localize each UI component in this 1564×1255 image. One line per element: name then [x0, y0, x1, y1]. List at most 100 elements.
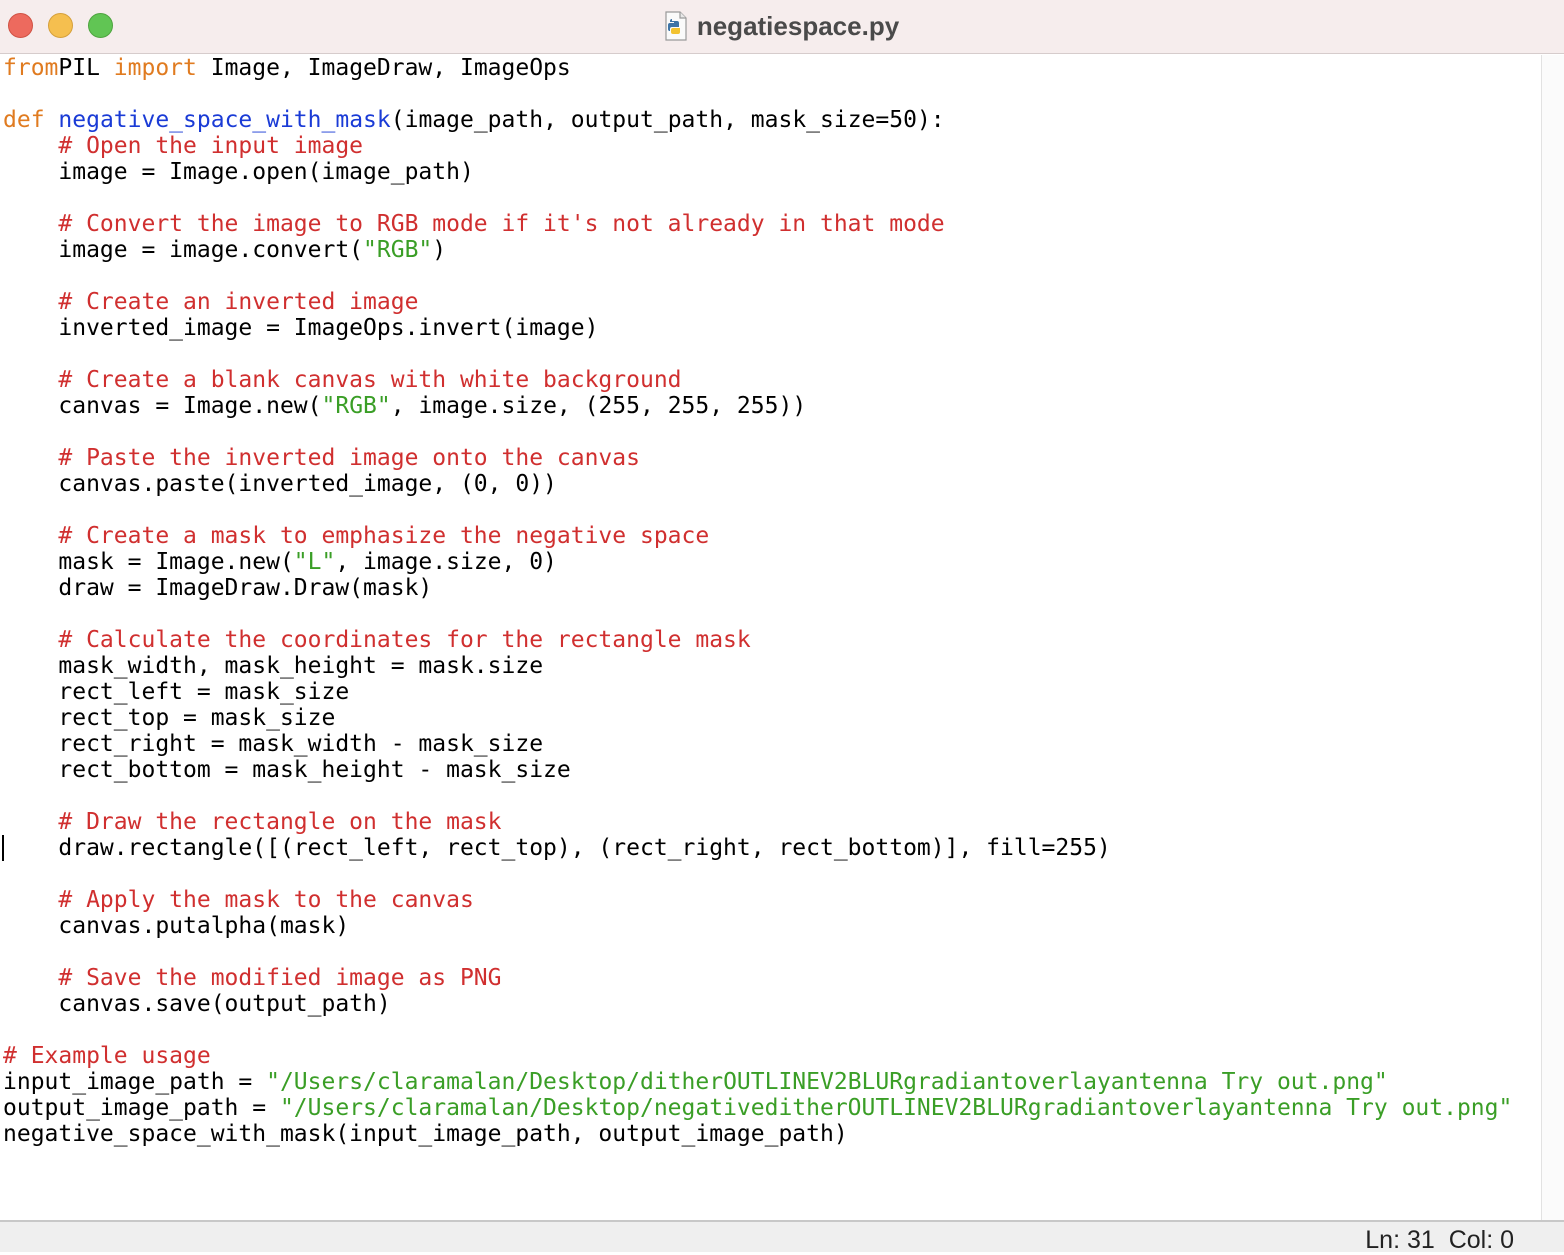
code-token: mask_width, mask_height = mask.size [3, 653, 544, 679]
comment-token: # Save the modified image as PNG [58, 965, 502, 991]
code-line[interactable]: fromPIL import Image, ImageDraw, ImageOp… [3, 55, 1512, 81]
code-line[interactable] [3, 497, 1512, 523]
comment-token: # Apply the mask to the canvas [58, 887, 474, 913]
code-token: canvas.save(output_path) [3, 991, 391, 1017]
code-line[interactable] [3, 1017, 1512, 1043]
code-line[interactable]: # Apply the mask to the canvas [3, 887, 1512, 913]
keyword-token: import [113, 55, 197, 81]
code-line[interactable]: # Open the input image [3, 133, 1512, 159]
code-lines[interactable]: fromPIL import Image, ImageDraw, ImageOp… [3, 55, 1512, 1147]
code-token: negative_space_with_mask(input_image_pat… [3, 1121, 848, 1147]
code-line[interactable] [3, 783, 1512, 809]
code-line[interactable]: image = Image.open(image_path) [3, 159, 1512, 185]
keyword-token: def [3, 107, 45, 133]
code-token: draw.rectangle([(rect_left, rect_top), (… [3, 835, 1111, 861]
title-bar: negatiespace.py [0, 0, 1564, 54]
code-token: canvas.paste(inverted_image, (0, 0)) [3, 471, 557, 497]
code-line[interactable] [3, 341, 1512, 367]
code-token: draw = ImageDraw.Draw(mask) [3, 575, 433, 601]
code-token: ) [432, 237, 447, 263]
comment-token: # Draw the rectangle on the mask [58, 809, 502, 835]
code-line[interactable]: input_image_path = "/Users/claramalan/De… [3, 1069, 1512, 1095]
string-token: "RGB" [363, 237, 433, 263]
code-token: rect_left = mask_size [3, 679, 350, 705]
code-line[interactable] [3, 81, 1512, 107]
code-token: PIL [58, 55, 114, 81]
code-line[interactable] [3, 939, 1512, 965]
string-token: "RGB" [321, 393, 391, 419]
text-caret [2, 835, 4, 861]
code-token: canvas = Image.new( [3, 393, 322, 419]
code-token: rect_right = mask_width - mask_size [3, 731, 544, 757]
code-token: output_image_path = [3, 1095, 280, 1121]
comment-token: # Open the input image [58, 133, 364, 159]
code-line[interactable]: # Draw the rectangle on the mask [3, 809, 1512, 835]
code-line[interactable]: # Example usage [3, 1043, 1512, 1069]
code-line[interactable]: draw.rectangle([(rect_left, rect_top), (… [3, 835, 1512, 861]
code-editor[interactable]: fromPIL import Image, ImageDraw, ImageOp… [0, 55, 1541, 1220]
code-line[interactable]: canvas.save(output_path) [3, 991, 1512, 1017]
vertical-scrollbar[interactable] [1541, 55, 1564, 1220]
code-line[interactable]: # Save the modified image as PNG [3, 965, 1512, 991]
code-line[interactable]: # Create a mask to emphasize the negativ… [3, 523, 1512, 549]
function-name-token: negative_space_with_mask [58, 107, 391, 133]
code-token: image = image.convert( [3, 237, 364, 263]
code-line[interactable]: inverted_image = ImageOps.invert(image) [3, 315, 1512, 341]
code-line[interactable]: image = image.convert("RGB") [3, 237, 1512, 263]
code-line[interactable] [3, 861, 1512, 887]
string-token: "/Users/claramalan/Desktop/negativedithe… [279, 1095, 1513, 1121]
code-line[interactable]: def negative_space_with_mask(image_path,… [3, 107, 1512, 133]
code-line[interactable]: output_image_path = "/Users/claramalan/D… [3, 1095, 1512, 1121]
code-line[interactable]: # Convert the image to RGB mode if it's … [3, 211, 1512, 237]
code-line[interactable]: mask_width, mask_height = mask.size [3, 653, 1512, 679]
code-line[interactable]: mask = Image.new("L", image.size, 0) [3, 549, 1512, 575]
code-line[interactable]: canvas = Image.new("RGB", image.size, (2… [3, 393, 1512, 419]
code-line[interactable]: negative_space_with_mask(input_image_pat… [3, 1121, 1512, 1147]
code-line[interactable]: # Create an inverted image [3, 289, 1512, 315]
code-line[interactable]: # Create a blank canvas with white backg… [3, 367, 1512, 393]
comment-token: # Example usage [3, 1043, 211, 1069]
string-token: "L" [293, 549, 336, 575]
code-token: (image_path, output_path, mask_size=50): [390, 107, 945, 133]
code-token: canvas.putalpha(mask) [3, 913, 350, 939]
code-line[interactable] [3, 419, 1512, 445]
code-line[interactable]: # Calculate the coordinates for the rect… [3, 627, 1512, 653]
code-token: input_image_path = [3, 1069, 267, 1095]
code-token: , image.size, (255, 255, 255)) [390, 393, 807, 419]
code-token: inverted_image = ImageOps.invert(image) [3, 315, 599, 341]
code-token: Image, ImageDraw, ImageOps [196, 55, 571, 81]
line-number: Ln: 31 [1365, 1226, 1435, 1254]
comment-token: # Convert the image to RGB mode if it's … [58, 211, 945, 237]
code-line[interactable]: rect_left = mask_size [3, 679, 1512, 705]
code-line[interactable] [3, 185, 1512, 211]
code-line[interactable]: # Paste the inverted image onto the canv… [3, 445, 1512, 471]
comment-token: # Create a mask to emphasize the negativ… [58, 523, 710, 549]
window-title-area: negatiespace.py [0, 10, 1564, 48]
code-line[interactable] [3, 263, 1512, 289]
code-token: image = Image.open(image_path) [3, 159, 474, 185]
column-number: Col: 0 [1448, 1226, 1514, 1254]
code-line[interactable]: draw = ImageDraw.Draw(mask) [3, 575, 1512, 601]
window-title: negatiespace.py [696, 11, 900, 41]
code-line[interactable]: canvas.paste(inverted_image, (0, 0)) [3, 471, 1512, 497]
code-line[interactable]: rect_bottom = mask_height - mask_size [3, 757, 1512, 783]
comment-token: # Create a blank canvas with white backg… [58, 367, 682, 393]
code-line[interactable] [3, 601, 1512, 627]
code-line[interactable]: rect_top = mask_size [3, 705, 1512, 731]
code-line[interactable]: canvas.putalpha(mask) [3, 913, 1512, 939]
comment-token: # Create an inverted image [58, 289, 419, 315]
code-line[interactable]: rect_right = mask_width - mask_size [3, 731, 1512, 757]
string-token: "/Users/claramalan/Desktop/ditherOUTLINE… [266, 1069, 1388, 1095]
comment-token: # Paste the inverted image onto the canv… [58, 445, 640, 471]
code-token: rect_bottom = mask_height - mask_size [3, 757, 571, 783]
